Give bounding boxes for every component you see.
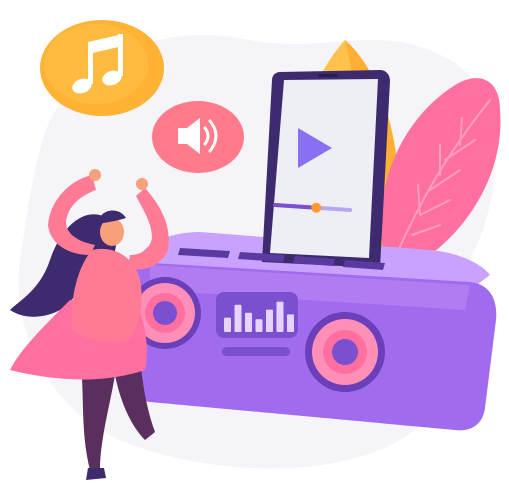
equalizer-display — [216, 292, 298, 338]
phone-progress-fill — [273, 203, 319, 210]
boombox-slot — [222, 347, 290, 356]
equalizer-bar — [245, 312, 252, 332]
equalizer-bar — [234, 304, 242, 332]
phone-screen — [270, 79, 378, 258]
phone-progress-knob[interactable] — [311, 202, 322, 213]
volume-bubble — [152, 101, 244, 173]
shoe-left — [86, 468, 106, 480]
music-party-illustration — [10, 20, 501, 480]
smartphone — [262, 70, 390, 268]
left-hand — [89, 169, 101, 181]
right-hand — [136, 178, 148, 190]
equalizer-bar — [255, 319, 263, 332]
equalizer-bar — [224, 317, 231, 332]
equalizer-bar — [266, 309, 273, 332]
illustration-scene — [0, 0, 509, 500]
equalizer-bar — [276, 301, 284, 332]
music-note-bubble — [40, 20, 164, 116]
right-speaker — [305, 312, 385, 392]
equalizer-bar — [287, 314, 294, 332]
